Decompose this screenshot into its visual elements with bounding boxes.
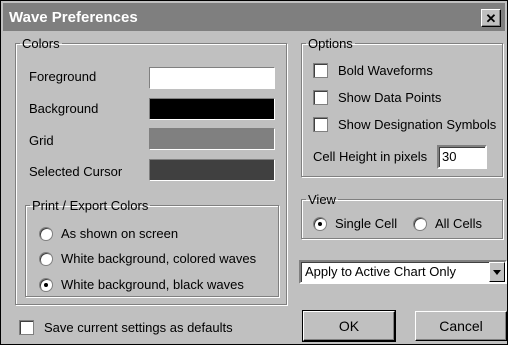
foreground-swatch[interactable]	[149, 67, 275, 89]
radio-white-black[interactable]: White background, black waves	[39, 277, 244, 292]
selected-cursor-label: Selected Cursor	[29, 164, 123, 179]
cell-height-label: Cell Height in pixels	[313, 149, 428, 164]
checkbox-show-data-points[interactable]: Show Data Points	[313, 90, 441, 105]
checkbox-save-defaults[interactable]: Save current settings as defaults	[19, 320, 233, 335]
radio-as-shown[interactable]: As shown on screen	[39, 226, 178, 241]
view-legend: View	[308, 192, 336, 207]
checkbox-label: Bold Waveforms	[338, 63, 433, 78]
colors-legend: Colors	[22, 36, 60, 51]
checkbox-label: Save current settings as defaults	[44, 320, 233, 335]
title-bar[interactable]: Wave Preferences ✕	[3, 3, 505, 31]
cancel-button[interactable]: Cancel	[415, 311, 507, 341]
grid-label: Grid	[29, 133, 54, 148]
checkbox[interactable]	[313, 63, 328, 78]
chevron-down-icon	[493, 269, 501, 275]
checkbox[interactable]	[313, 90, 328, 105]
radio-white-colored[interactable]: White background, colored waves	[39, 251, 256, 266]
radio-single-cell[interactable]: Single Cell	[313, 216, 397, 231]
wave-preferences-dialog: Wave Preferences ✕ Colors Foreground Bac…	[0, 0, 508, 345]
window-title: Wave Preferences	[9, 8, 138, 26]
radio-label: White background, black waves	[61, 277, 244, 292]
checkbox-label: Show Designation Symbols	[338, 117, 497, 132]
radio-label: All Cells	[435, 216, 482, 231]
ok-button[interactable]: OK	[302, 310, 396, 342]
apply-scope-value: Apply to Active Chart Only	[305, 264, 457, 279]
radio-label: White background, colored waves	[61, 251, 257, 266]
cell-height-input[interactable]: 30	[437, 145, 487, 169]
print-export-legend: Print / Export Colors	[32, 198, 149, 213]
background-swatch[interactable]	[149, 98, 275, 120]
radio-label: Single Cell	[335, 216, 398, 231]
checkbox-bold-waveforms[interactable]: Bold Waveforms	[313, 63, 433, 78]
radio-button[interactable]	[413, 216, 427, 231]
radio-all-cells[interactable]: All Cells	[413, 216, 482, 231]
checkbox-label: Show Data Points	[338, 90, 442, 105]
radio-button[interactable]	[39, 226, 53, 241]
checkbox[interactable]	[19, 320, 34, 335]
apply-scope-select[interactable]: Apply to Active Chart Only	[299, 260, 507, 284]
foreground-label: Foreground	[29, 69, 97, 84]
radio-label: As shown on screen	[61, 226, 179, 241]
options-legend: Options	[308, 36, 353, 51]
grid-swatch[interactable]	[149, 128, 275, 150]
close-icon: ✕	[485, 10, 497, 26]
radio-button[interactable]	[39, 277, 53, 292]
dropdown-arrow[interactable]	[489, 262, 505, 282]
radio-button[interactable]	[313, 216, 327, 231]
checkbox[interactable]	[313, 117, 328, 132]
close-button[interactable]: ✕	[481, 9, 501, 27]
checkbox-show-designation-symbols[interactable]: Show Designation Symbols	[313, 117, 496, 132]
radio-button[interactable]	[39, 251, 53, 266]
background-label: Background	[29, 101, 99, 116]
selected-cursor-swatch[interactable]	[149, 159, 275, 181]
